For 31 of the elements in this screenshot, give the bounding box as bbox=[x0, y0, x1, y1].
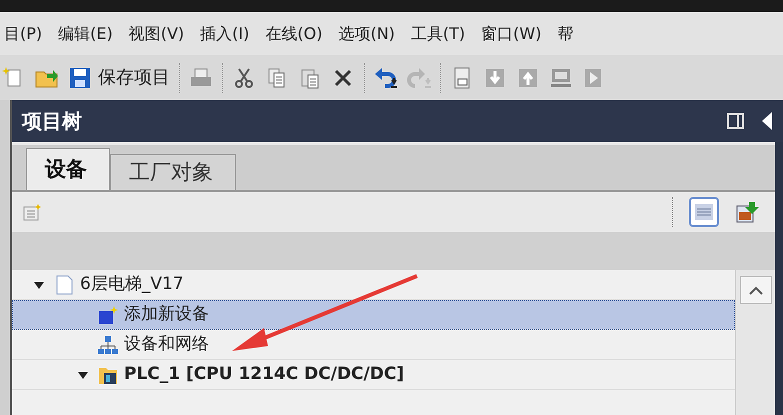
menu-item[interactable]: 选项(N) bbox=[330, 22, 403, 46]
scissors-icon bbox=[232, 66, 256, 90]
add-device-icon bbox=[98, 304, 118, 324]
menu-item[interactable]: 帮 bbox=[549, 22, 582, 46]
menu-item[interactable]: 窗口(W) bbox=[473, 22, 550, 46]
tree-item[interactable]: PLC_1 [CPU 1214C DC/DC/DC] bbox=[12, 360, 735, 390]
save-project-button[interactable]: 保存项目 bbox=[68, 64, 170, 91]
table-view-icon[interactable] bbox=[689, 197, 719, 227]
up-chevron-icon bbox=[749, 286, 763, 294]
redo-icon bbox=[407, 66, 431, 90]
menu-item[interactable]: 工具(T) bbox=[402, 22, 474, 46]
scroll-up-button[interactable] bbox=[740, 276, 772, 304]
collapse-icon[interactable] bbox=[761, 111, 773, 131]
menu-item[interactable]: 编辑(E) bbox=[50, 22, 121, 46]
save-icon bbox=[68, 66, 92, 90]
layout-icon[interactable] bbox=[727, 112, 745, 130]
network-icon bbox=[98, 334, 118, 354]
menu-item[interactable]: 在线(O) bbox=[257, 22, 330, 46]
undo-button[interactable] bbox=[374, 66, 398, 90]
tree-item[interactable]: 添加新设备 bbox=[12, 300, 735, 330]
export-table-icon[interactable] bbox=[735, 200, 761, 224]
menu-item[interactable]: 插入(I) bbox=[192, 22, 258, 46]
scissors-button[interactable] bbox=[232, 66, 256, 90]
panel-title: 项目树 bbox=[22, 108, 82, 135]
document-icon bbox=[54, 274, 74, 294]
tab[interactable]: 工厂对象 bbox=[110, 154, 236, 190]
tab[interactable]: 设备 bbox=[26, 148, 110, 190]
menu-item[interactable]: 目(P) bbox=[0, 22, 50, 46]
menu-item[interactable]: 视图(V) bbox=[120, 22, 192, 46]
add-device-icon[interactable] bbox=[22, 202, 42, 222]
undo-icon bbox=[374, 66, 398, 90]
